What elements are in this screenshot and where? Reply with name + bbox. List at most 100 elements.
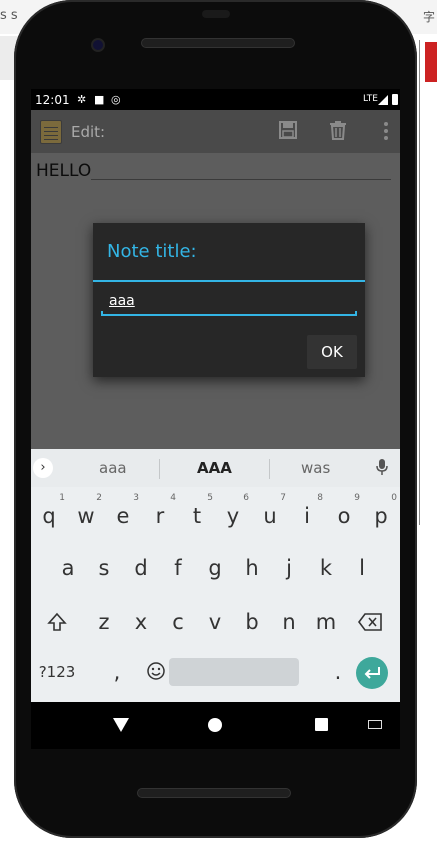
battery-icon bbox=[392, 94, 398, 105]
suggestion-strip: › aaa AAA was bbox=[31, 449, 400, 487]
delete-icon[interactable] bbox=[325, 120, 351, 144]
notepad-app: Edit: HELLO Note title: aaa OK bbox=[31, 110, 400, 449]
desktop-right-panel bbox=[419, 40, 437, 525]
expand-suggestions-icon[interactable]: › bbox=[33, 458, 53, 478]
key-label: o bbox=[337, 504, 351, 528]
key-r[interactable]: r4 bbox=[142, 493, 178, 539]
symbols-key[interactable]: ?123 bbox=[35, 649, 79, 695]
comma-key[interactable]: , bbox=[99, 649, 135, 695]
key-p[interactable]: p0 bbox=[363, 493, 399, 539]
backspace-icon bbox=[358, 613, 382, 631]
key-j[interactable]: j bbox=[271, 545, 307, 591]
key-label: w bbox=[77, 504, 95, 528]
key-m[interactable]: m bbox=[308, 599, 344, 645]
key-hint: 7 bbox=[280, 493, 286, 503]
key-label: r bbox=[155, 504, 165, 528]
navigation-bar bbox=[31, 702, 400, 749]
key-d[interactable]: d bbox=[123, 545, 159, 591]
recents-icon[interactable] bbox=[315, 718, 328, 731]
key-y[interactable]: y6 bbox=[215, 493, 251, 539]
key-hint: 8 bbox=[317, 493, 323, 503]
key-label: y bbox=[226, 504, 240, 528]
key-hint: 9 bbox=[354, 493, 360, 503]
key-e[interactable]: e3 bbox=[105, 493, 141, 539]
dialog-title: Note title: bbox=[107, 241, 197, 262]
key-label: e bbox=[116, 504, 130, 528]
key-w[interactable]: w2 bbox=[68, 493, 104, 539]
desktop-bg-text-right: 字 bbox=[422, 10, 435, 24]
network-type: LTE bbox=[363, 94, 378, 104]
key-g[interactable]: g bbox=[197, 545, 233, 591]
key-hint: 2 bbox=[96, 493, 102, 503]
overflow-menu-icon[interactable] bbox=[384, 122, 388, 140]
suggestion-item[interactable]: aaa bbox=[99, 459, 127, 477]
key-c[interactable]: c bbox=[160, 599, 196, 645]
phone-sensor bbox=[202, 10, 230, 18]
status-bar: 12:01 ✲ ■ ◎ LTE bbox=[31, 89, 400, 110]
suggestion-divider bbox=[269, 459, 270, 479]
key-q[interactable]: q1 bbox=[31, 493, 67, 539]
home-icon[interactable] bbox=[208, 718, 222, 732]
space-key[interactable] bbox=[169, 658, 299, 686]
bottom-speaker bbox=[137, 788, 291, 798]
desktop-bg-text: s s bbox=[0, 8, 18, 23]
note-title-dialog: Note title: aaa OK bbox=[93, 223, 365, 377]
key-z[interactable]: z bbox=[86, 599, 122, 645]
shift-key[interactable] bbox=[39, 599, 75, 645]
key-b[interactable]: b bbox=[234, 599, 270, 645]
key-t[interactable]: t5 bbox=[179, 493, 215, 539]
editor-underline bbox=[91, 179, 391, 180]
shift-icon bbox=[47, 612, 67, 631]
keyboard-switch-icon[interactable] bbox=[368, 720, 382, 729]
key-v[interactable]: v bbox=[197, 599, 233, 645]
key-hint: 3 bbox=[133, 493, 139, 503]
front-camera bbox=[91, 38, 105, 52]
sd-card-icon: ■ bbox=[94, 93, 105, 106]
page-title: Edit: bbox=[71, 123, 106, 141]
key-o[interactable]: o9 bbox=[326, 493, 362, 539]
save-icon[interactable] bbox=[275, 120, 301, 144]
suggestion-item[interactable]: AAA bbox=[197, 459, 232, 477]
enter-key[interactable] bbox=[356, 657, 388, 689]
key-k[interactable]: k bbox=[308, 545, 344, 591]
note-title-input[interactable]: aaa bbox=[101, 292, 357, 316]
desktop-red-icon bbox=[425, 42, 437, 82]
status-time: 12:01 bbox=[35, 93, 70, 107]
key-a[interactable]: a bbox=[50, 545, 86, 591]
key-hint: 5 bbox=[207, 493, 213, 503]
key-h[interactable]: h bbox=[234, 545, 270, 591]
key-label: p bbox=[374, 504, 388, 528]
settings-icon: ✲ bbox=[77, 93, 87, 106]
top-speaker bbox=[141, 38, 295, 48]
key-i[interactable]: i8 bbox=[289, 493, 325, 539]
period-key[interactable]: . bbox=[320, 649, 356, 695]
key-u[interactable]: u7 bbox=[252, 493, 288, 539]
suggestion-divider bbox=[159, 459, 160, 479]
save-icon-glyph bbox=[279, 121, 297, 139]
key-label: q bbox=[42, 504, 56, 528]
emoji-icon bbox=[147, 662, 165, 680]
key-s[interactable]: s bbox=[86, 545, 122, 591]
key-hint: 6 bbox=[243, 493, 249, 503]
key-hint: 4 bbox=[170, 493, 176, 503]
key-x[interactable]: x bbox=[123, 599, 159, 645]
ok-button[interactable]: OK bbox=[307, 335, 357, 369]
key-f[interactable]: f bbox=[160, 545, 196, 591]
key-hint: 0 bbox=[391, 493, 397, 503]
phone-frame: 12:01 ✲ ■ ◎ LTE Edit: HELLO Note title: … bbox=[14, 0, 417, 838]
enter-icon bbox=[364, 667, 380, 679]
data-saver-icon: ◎ bbox=[111, 93, 121, 106]
action-bar: Edit: bbox=[31, 110, 400, 153]
key-label: u bbox=[263, 504, 277, 528]
backspace-key[interactable] bbox=[352, 599, 388, 645]
microphone-icon[interactable] bbox=[376, 459, 388, 479]
note-text: HELLO bbox=[36, 161, 92, 181]
key-l[interactable]: l bbox=[344, 545, 380, 591]
key-label: t bbox=[192, 504, 202, 528]
delete-icon-glyph bbox=[330, 121, 346, 140]
key-n[interactable]: n bbox=[271, 599, 307, 645]
phone-screen: 12:01 ✲ ■ ◎ LTE Edit: HELLO Note title: … bbox=[31, 89, 400, 749]
notepad-icon bbox=[40, 120, 62, 144]
back-icon[interactable] bbox=[113, 718, 129, 732]
suggestion-item[interactable]: was bbox=[301, 459, 330, 477]
